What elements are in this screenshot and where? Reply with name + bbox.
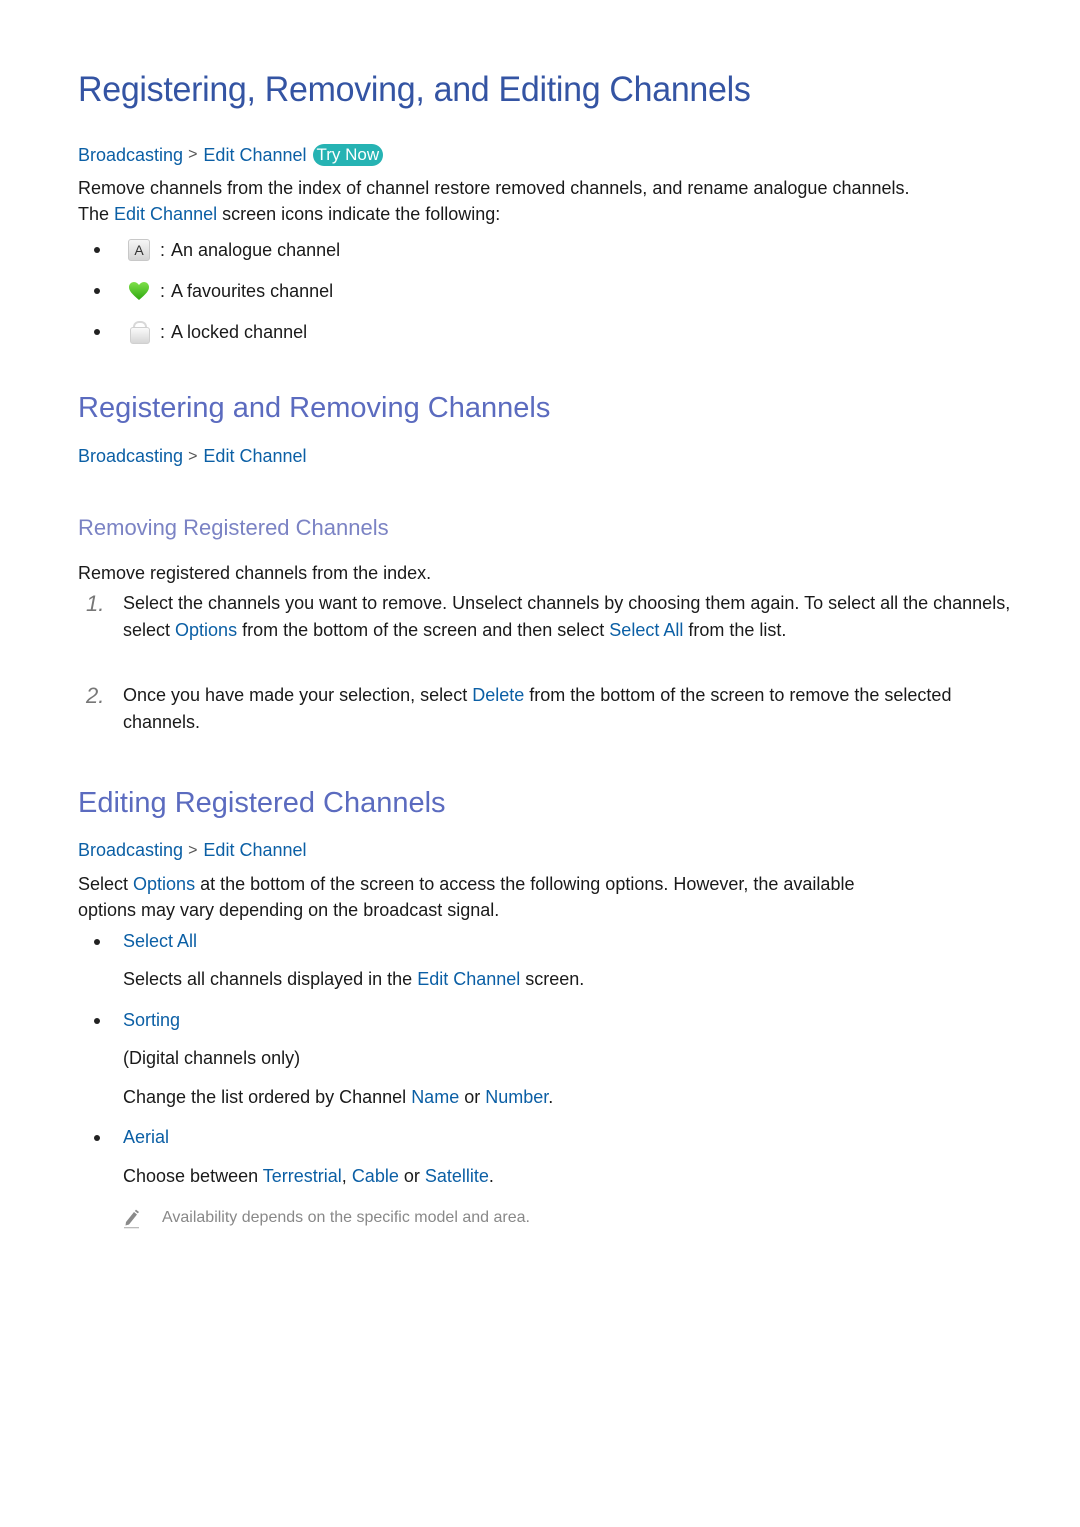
option-description: Choose between Terrestrial, Cable or Sat…	[123, 1166, 494, 1187]
legend-label: A favourites channel	[171, 280, 334, 301]
option-label[interactable]: Select All	[123, 931, 197, 951]
desc-text: Change the list ordered by Channel	[123, 1087, 412, 1107]
subsection-heading-removing: Removing Registered Channels	[78, 515, 389, 540]
legend-item-analogue: A : An analogue channel	[78, 239, 340, 261]
breadcrumb: Broadcasting > Edit Channel	[78, 840, 307, 861]
breadcrumb-broadcasting[interactable]: Broadcasting	[78, 840, 183, 861]
number-link[interactable]: Number	[485, 1087, 548, 1107]
breadcrumb-broadcasting[interactable]: Broadcasting	[78, 446, 183, 467]
option-select-all: Select All	[78, 931, 197, 952]
bullet	[94, 329, 100, 335]
intro-text: The	[78, 203, 115, 224]
desc-text: .	[488, 1166, 494, 1186]
intro-paragraph: Remove channels from the index of channe…	[78, 176, 1018, 227]
para-text: options may vary depending on the broadc…	[78, 899, 500, 920]
option-label[interactable]: Sorting	[123, 1010, 180, 1030]
chevron-right-icon: >	[188, 447, 198, 465]
desc-text: Choose between	[123, 1166, 263, 1186]
bullet	[94, 1018, 100, 1025]
step-text: from the bottom of the screen and then s…	[237, 620, 610, 640]
intro-line-1: Remove channels from the index of channe…	[78, 178, 910, 198]
removing-intro: Remove registered channels from the inde…	[78, 563, 432, 583]
chevron-right-icon: >	[188, 146, 198, 163]
option-label[interactable]: Aerial	[123, 1127, 169, 1147]
terrestrial-link[interactable]: Terrestrial	[263, 1166, 342, 1186]
edit-channel-link[interactable]: Edit Channel	[114, 204, 217, 224]
separator: :	[160, 280, 166, 301]
legend-label: A locked channel	[171, 321, 308, 342]
bullet	[94, 939, 100, 946]
intro-text: screen icons indicate the following:	[217, 203, 501, 224]
option-description: Change the list ordered by Channel Name …	[123, 1087, 553, 1108]
cable-link[interactable]: Cable	[352, 1166, 399, 1186]
options-link[interactable]: Options	[133, 874, 195, 894]
availability-note: Availability depends on the specific mod…	[123, 1209, 530, 1229]
edit-channel-link[interactable]: Edit Channel	[417, 969, 520, 989]
step-text: Once you have made your selection, selec…	[123, 685, 473, 705]
page-title: Registering, Removing, and Editing Chann…	[78, 70, 751, 109]
step-2: 2. Once you have made your selection, se…	[78, 682, 1018, 736]
bullet	[94, 1135, 100, 1142]
breadcrumb-edit-channel[interactable]: Edit Channel	[203, 446, 306, 467]
lock-icon	[128, 321, 150, 344]
separator: :	[160, 321, 166, 342]
desc-text: Selects all channels displayed in the	[123, 969, 418, 989]
breadcrumb: Broadcasting > Edit Channel	[78, 446, 307, 467]
breadcrumb-broadcasting[interactable]: Broadcasting	[78, 145, 183, 166]
breadcrumb-edit-channel[interactable]: Edit Channel	[203, 840, 306, 861]
section-heading-registering: Registering and Removing Channels	[78, 392, 551, 424]
analogue-icon: A	[128, 239, 150, 261]
desc-text: ,	[341, 1166, 352, 1186]
separator: :	[160, 239, 166, 260]
option-sorting: Sorting	[78, 1010, 180, 1031]
para-text: at the bottom of the screen to access th…	[195, 874, 855, 894]
bullet	[94, 247, 100, 253]
step-number: 2.	[86, 683, 105, 708]
select-all-link[interactable]: Select All	[609, 620, 683, 640]
option-note: (Digital channels only)	[123, 1048, 301, 1068]
option-aerial: Aerial	[78, 1127, 169, 1148]
name-link[interactable]: Name	[411, 1087, 459, 1107]
pencil-icon	[123, 1209, 141, 1229]
legend-item-favourite: : A favourites channel	[78, 280, 333, 302]
heart-icon	[128, 280, 150, 302]
legend-item-locked: : A locked channel	[78, 321, 308, 344]
desc-text: screen.	[520, 969, 585, 989]
try-now-button[interactable]: Try Now	[312, 144, 384, 166]
desc-text: or	[398, 1166, 425, 1186]
note-text: Availability depends on the specific mod…	[162, 1209, 530, 1226]
breadcrumb-edit-channel[interactable]: Edit Channel	[203, 145, 306, 166]
delete-link[interactable]: Delete	[472, 685, 524, 705]
para-text: Select	[78, 874, 134, 894]
legend-label: An analogue channel	[171, 239, 341, 260]
chevron-right-icon: >	[188, 841, 198, 859]
desc-text: .	[548, 1087, 554, 1107]
desc-text: or	[459, 1087, 486, 1107]
step-1: 1. Select the channels you want to remov…	[78, 590, 1018, 644]
option-description: Selects all channels displayed in the Ed…	[123, 969, 584, 990]
satellite-link[interactable]: Satellite	[425, 1166, 489, 1186]
section-heading-editing: Editing Registered Channels	[78, 787, 446, 819]
editing-intro: Select Options at the bottom of the scre…	[78, 872, 1018, 923]
bullet	[94, 288, 100, 294]
options-link[interactable]: Options	[175, 620, 237, 640]
step-text: from the list.	[683, 620, 787, 640]
step-number: 1.	[86, 591, 105, 616]
breadcrumb: Broadcasting > Edit Channel Try Now	[78, 144, 384, 166]
